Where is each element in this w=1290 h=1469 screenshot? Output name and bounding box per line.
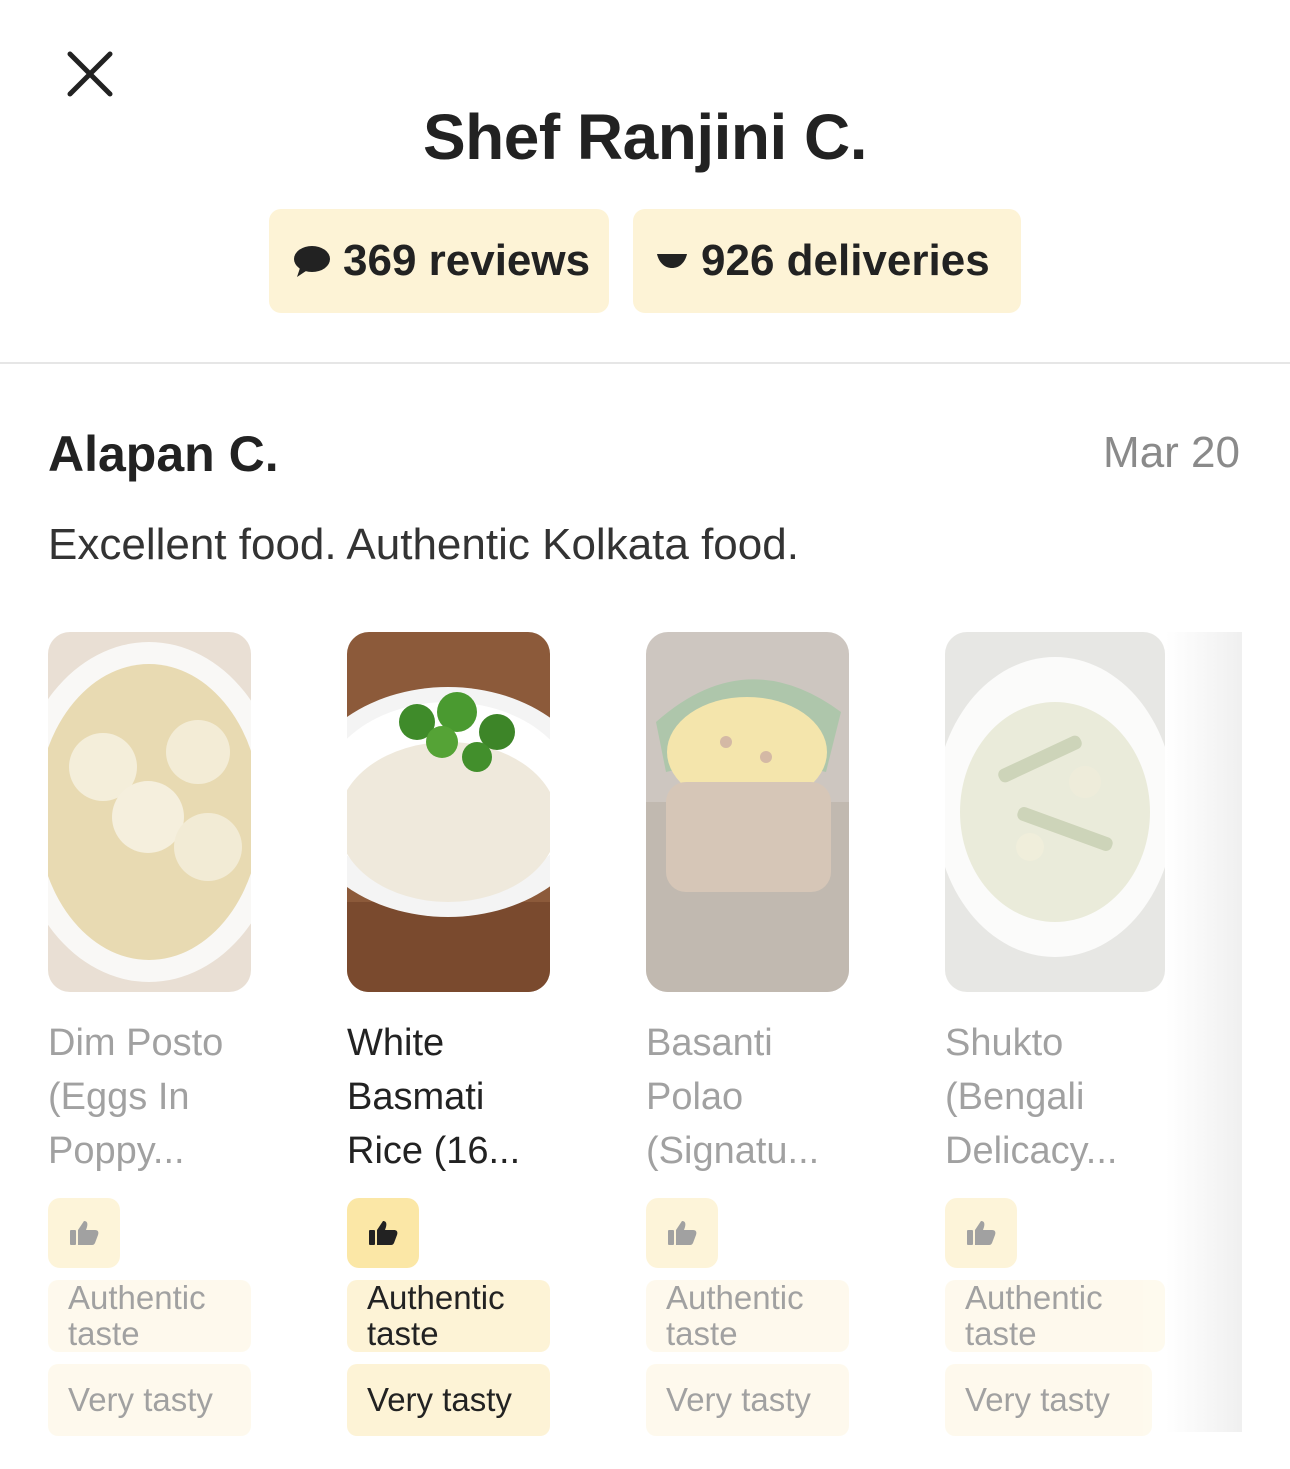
thumbs-up-icon [70,1221,99,1245]
reviewer-name: Alapan C. [48,426,279,482]
review-date: Mar 20 [1103,428,1240,477]
dish-photo [347,632,550,992]
reviews-count-pill[interactable]: 369 reviews [269,209,609,313]
tag-authentic-taste: Authentic taste [347,1280,550,1352]
dish-card[interactable]: Shukto (Bengali Delicacy... Authentic ta… [945,632,1165,1436]
tag-very-tasty: Very tasty [347,1364,550,1436]
thumbs-up-badge [646,1198,718,1268]
dish-card[interactable]: Dim Posto (Eggs In Poppy... Authentic ta… [48,632,258,1436]
thumbs-up-badge [347,1198,419,1268]
divider [0,362,1290,364]
dish-card[interactable]: Basanti Polao (Signatu... Authentic tast… [646,632,856,1436]
close-icon [67,51,113,97]
bowl-icon [657,254,687,268]
tag-very-tasty: Very tasty [646,1364,849,1436]
tag-very-tasty: Very tasty [48,1364,251,1436]
tag-authentic-taste: Authentic taste [945,1280,1165,1352]
deliveries-count-pill[interactable]: 926 deliveries [633,209,1021,313]
thumbs-up-badge [48,1198,120,1268]
close-button[interactable] [62,46,118,102]
page-title: Shef Ranjini C. [422,101,868,173]
speech-bubble-icon [294,246,330,277]
tag-authentic-taste: Authentic taste [48,1280,251,1352]
dish-photo [48,632,251,992]
dish-card[interactable]: White Basmati Rice (16... Authentic tast… [347,632,557,1436]
scroll-edge-fade [1166,632,1242,1432]
reviews-count: 369 reviews [343,236,591,285]
dish-photo [945,632,1165,992]
dish-name: Basanti Polao (Signatu... [646,1022,820,1172]
dish-name: White Basmati Rice (16... [347,1022,521,1172]
dish-photo [646,632,849,992]
tag-very-tasty: Very tasty [945,1364,1152,1436]
dish-name: Dim Posto (Eggs In Poppy... [48,1022,224,1172]
thumbs-up-icon [967,1221,996,1245]
thumbs-up-icon [369,1221,398,1245]
review-text: Excellent food. Authentic Kolkata food. [48,520,799,569]
tag-authentic-taste: Authentic taste [646,1280,849,1352]
deliveries-count: 926 deliveries [701,236,990,285]
thumbs-up-badge [945,1198,1017,1268]
thumbs-up-icon [668,1221,697,1245]
dish-name: Shukto (Bengali Delicacy... [945,1022,1118,1172]
